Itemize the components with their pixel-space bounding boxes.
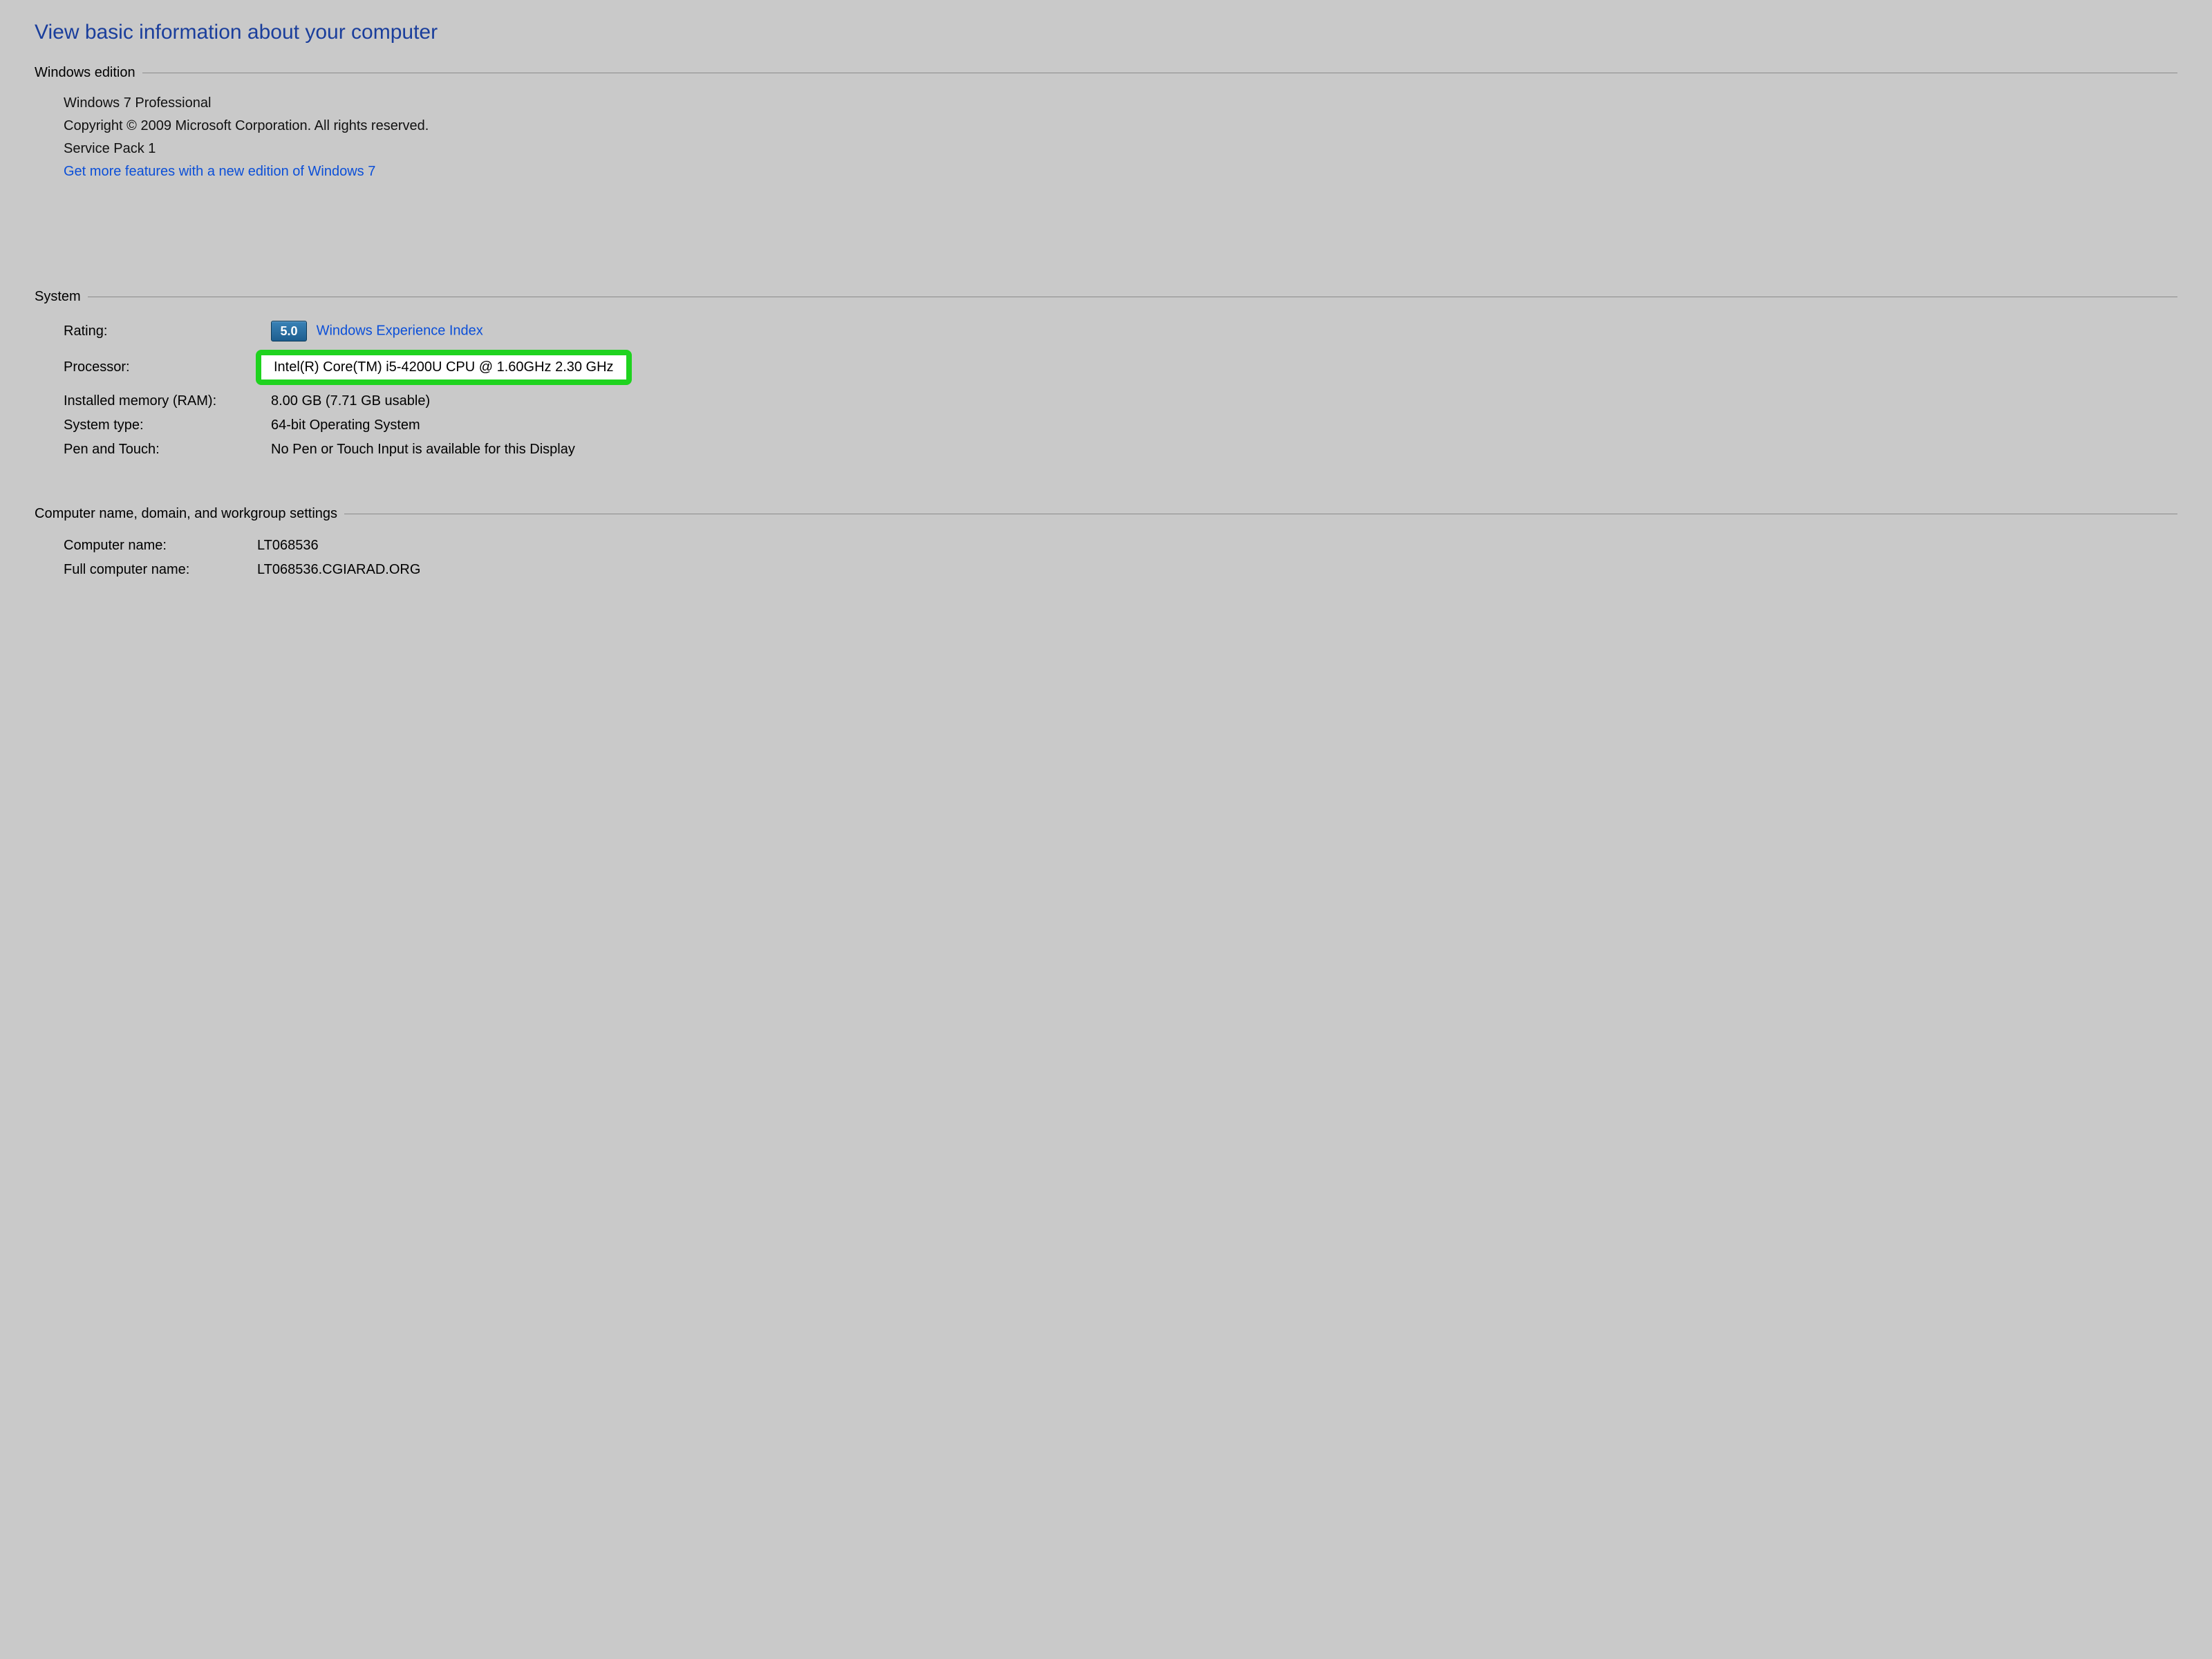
windows-edition-group: Windows edition Windows 7 Professional C… <box>35 65 2177 270</box>
ram-value: 8.00 GB (7.71 GB usable) <box>271 393 632 409</box>
computer-name-value: LT068536 <box>257 538 420 554</box>
ram-row: Installed memory (RAM): 8.00 GB (7.71 GB… <box>64 393 632 409</box>
processor-highlight: Intel(R) Core(TM) i5-4200U CPU @ 1.60GHz… <box>256 350 632 385</box>
experience-index-link[interactable]: Windows Experience Index <box>317 324 483 339</box>
rating-label: Rating: <box>64 321 271 341</box>
copyright-text: Copyright © 2009 Microsoft Corporation. … <box>64 118 2177 134</box>
computer-name-label: Computer name: <box>64 538 257 554</box>
pen-touch-value: No Pen or Touch Input is available for t… <box>271 442 632 458</box>
system-legend: System <box>35 289 88 305</box>
processor-label: Processor: <box>64 350 271 385</box>
rating-row: Rating: 5.0 Windows Experience Index <box>64 321 632 341</box>
full-computer-name-label: Full computer name: <box>64 562 257 578</box>
system-properties-page: View basic information about your comput… <box>0 0 2212 619</box>
service-pack-text: Service Pack 1 <box>64 141 2177 157</box>
computer-name-row: Computer name: LT068536 <box>64 538 420 554</box>
full-computer-name-row: Full computer name: LT068536.CGIARAD.ORG <box>64 562 420 578</box>
computer-name-legend: Computer name, domain, and workgroup set… <box>35 506 344 522</box>
system-type-label: System type: <box>64 418 271 433</box>
more-features-link[interactable]: Get more features with a new edition of … <box>64 164 375 179</box>
system-type-value: 64-bit Operating System <box>271 418 632 433</box>
edition-name: Windows 7 Professional <box>64 95 2177 111</box>
system-type-row: System type: 64-bit Operating System <box>64 418 632 433</box>
processor-value: Intel(R) Core(TM) i5-4200U CPU @ 1.60GHz… <box>274 359 614 375</box>
pen-touch-label: Pen and Touch: <box>64 442 271 458</box>
full-computer-name-value: LT068536.CGIARAD.ORG <box>257 562 420 578</box>
computer-name-content: Computer name: LT068536 Full computer na… <box>35 523 2177 586</box>
processor-row: Processor: Intel(R) Core(TM) i5-4200U CP… <box>64 350 632 385</box>
system-content: Rating: 5.0 Windows Experience Index Pro… <box>35 306 2177 466</box>
computer-name-group: Computer name, domain, and workgroup set… <box>35 506 2177 586</box>
pen-touch-row: Pen and Touch: No Pen or Touch Input is … <box>64 442 632 458</box>
rating-badge: 5.0 <box>271 321 307 341</box>
page-title: View basic information about your comput… <box>35 21 2177 44</box>
windows-edition-content: Windows 7 Professional Copyright © 2009 … <box>35 82 2177 180</box>
ram-label: Installed memory (RAM): <box>64 393 271 409</box>
windows-edition-legend: Windows edition <box>35 65 142 81</box>
system-group: System Rating: 5.0 Windows Experience In… <box>35 289 2177 466</box>
